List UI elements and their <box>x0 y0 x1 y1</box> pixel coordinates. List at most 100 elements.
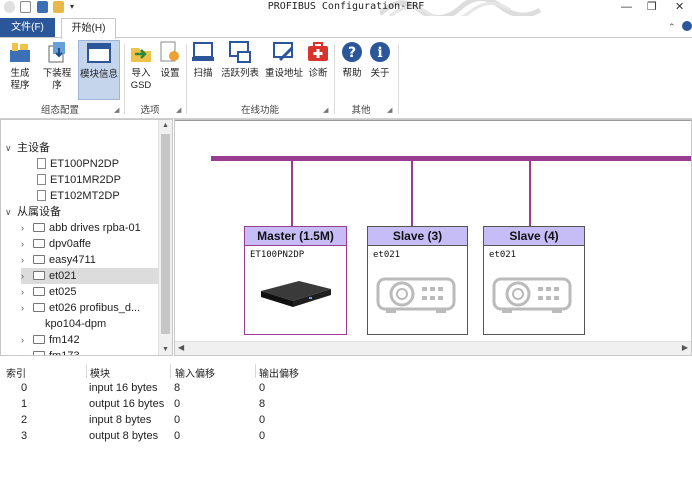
column-header-input-offset[interactable]: 输入偏移 <box>175 365 215 380</box>
tree-group-slave[interactable]: ∨ 从属设备 <box>5 204 61 220</box>
tree-item-slave[interactable]: › fm173 <box>21 348 80 355</box>
collapse-arrow-icon[interactable]: › <box>21 268 33 284</box>
generate-icon <box>8 40 32 64</box>
tree-item-label: fm142 <box>49 334 80 346</box>
slot-title: Slave (3) <box>368 227 467 246</box>
collapse-arrow-icon[interactable]: › <box>21 300 33 316</box>
group-label-config: 组态配置 <box>40 105 79 116</box>
tree-vertical-scrollbar[interactable]: ▲ ▼ <box>158 120 172 355</box>
topology-canvas: Master (1.5M) ET100PN2DP Slave (3) et021 <box>174 119 692 356</box>
about-button[interactable]: i 关于 <box>368 40 392 100</box>
tab-file[interactable]: 文件(F) <box>0 18 55 38</box>
expand-arrow-icon[interactable]: ∨ <box>5 204 17 220</box>
column-header-module[interactable]: 模块 <box>90 365 110 380</box>
about-icon: i <box>368 40 392 64</box>
collapse-arrow-icon[interactable]: › <box>21 284 33 300</box>
cell-index: 2 <box>21 414 28 426</box>
reset-address-button[interactable]: 重设地址 <box>263 40 305 100</box>
scroll-down-icon[interactable]: ▼ <box>162 346 169 353</box>
module-info-button[interactable]: 模块信息 <box>78 40 120 100</box>
slave-slot[interactable]: Slave (4) et021 <box>483 226 585 335</box>
group-expand-icon[interactable]: ◢ <box>176 106 181 114</box>
tree-item-slave[interactable]: › abb drives rpba-01 <box>21 220 141 236</box>
column-separator[interactable] <box>86 364 87 378</box>
canvas-area: Master (1.5M) ET100PN2DP Slave (3) et021 <box>175 120 691 342</box>
tree-group-label: 从属设备 <box>17 206 61 218</box>
collapse-ribbon-icon[interactable]: ⌃ <box>668 22 676 32</box>
tree-item-label: dpv0affe <box>49 238 92 250</box>
import-gsd-button[interactable]: 导入 GSD <box>128 40 154 100</box>
diagnose-icon <box>306 40 330 64</box>
restore-button[interactable]: ❐ <box>647 0 657 14</box>
cell-index: 1 <box>21 398 28 410</box>
device-icon <box>33 303 45 312</box>
cell-output-offset: 0 <box>259 382 266 394</box>
module-table: 索引 模块 输入偏移 输出偏移 0 input 16 bytes 8 0 1 o… <box>0 361 692 494</box>
tree-item-slave[interactable]: › et025 <box>21 284 77 300</box>
cell-index: 3 <box>21 430 28 442</box>
device-file-icon <box>37 190 46 201</box>
settings-button[interactable]: 设置 <box>158 40 182 100</box>
diagnose-button[interactable]: 诊断 <box>306 40 330 100</box>
close-button[interactable]: ✕ <box>675 0 684 14</box>
canvas-horizontal-scrollbar[interactable]: ◀ ▶ <box>175 341 691 355</box>
slave-device-icon <box>492 277 572 313</box>
scan-button[interactable]: 扫描 <box>190 40 216 100</box>
download-program-label: 下装程序 <box>42 68 72 91</box>
tree-item-label: et026 profibus_d... <box>49 302 141 314</box>
scan-label: 扫描 <box>193 68 213 79</box>
scroll-right-icon[interactable]: ▶ <box>682 343 688 352</box>
ribbon-tabs: 文件(F) 开始(H) ⌃ <box>0 16 692 39</box>
active-list-label: 活跃列表 <box>220 68 259 79</box>
device-icon <box>33 287 45 296</box>
tree-item-master[interactable]: ET102MT2DP <box>37 188 120 204</box>
download-program-button[interactable]: 下装程序 <box>39 40 75 100</box>
tree-item-slave[interactable]: › dpv0affe <box>21 236 91 252</box>
group-expand-icon[interactable]: ◢ <box>323 106 328 114</box>
tree-group-master[interactable]: ∨ 主设备 <box>5 140 50 156</box>
column-header-output-offset[interactable]: 输出偏移 <box>259 365 299 380</box>
expand-arrow-icon[interactable]: ∨ <box>5 140 17 156</box>
generate-program-button[interactable]: 生成 程序 <box>4 40 36 100</box>
svg-text:?: ? <box>348 45 356 61</box>
slot-device-name: et021 <box>489 250 517 260</box>
help-small-icon[interactable] <box>682 21 692 31</box>
master-slot[interactable]: Master (1.5M) ET100PN2DP <box>244 226 347 335</box>
group-expand-icon[interactable]: ◢ <box>114 106 119 114</box>
tab-home[interactable]: 开始(H) <box>61 18 116 39</box>
slot-title: Master (1.5M) <box>245 227 346 246</box>
active-list-icon <box>228 40 252 64</box>
scan-icon <box>191 40 215 64</box>
settings-icon <box>158 40 182 64</box>
collapse-arrow-icon[interactable]: › <box>21 348 33 355</box>
scroll-up-icon[interactable]: ▲ <box>162 122 169 129</box>
cell-input-offset: 0 <box>174 430 181 442</box>
column-header-index[interactable]: 索引 <box>6 365 26 380</box>
svg-text:i: i <box>377 45 382 61</box>
collapse-arrow-icon[interactable]: › <box>21 236 33 252</box>
minimize-button[interactable]: — <box>621 0 632 14</box>
bus-drop-line <box>411 161 413 226</box>
column-separator[interactable] <box>170 364 171 378</box>
tree-item-master[interactable]: ET100PN2DP <box>37 156 119 172</box>
group-expand-icon[interactable]: ◢ <box>387 106 392 114</box>
tree-item-label: ET102MT2DP <box>50 190 120 202</box>
tree-item-slave[interactable]: kpo104-dpm <box>21 316 106 332</box>
collapse-arrow-icon[interactable]: › <box>21 332 33 348</box>
help-button[interactable]: ? 帮助 <box>340 40 364 100</box>
scroll-thumb[interactable] <box>161 134 170 334</box>
column-separator[interactable] <box>255 364 256 378</box>
active-list-button[interactable]: 活跃列表 <box>219 40 261 100</box>
tree-item-slave[interactable]: › easy4711 <box>21 252 96 268</box>
slave-slot[interactable]: Slave (3) et021 <box>367 226 468 335</box>
scroll-left-icon[interactable]: ◀ <box>178 343 184 352</box>
tree-item-slave-selected[interactable]: › et021 <box>21 268 158 284</box>
tree-item-master[interactable]: ET101MR2DP <box>37 172 121 188</box>
tree-item-slave[interactable]: › et026 profibus_d... <box>21 300 140 316</box>
tree-item-label: et025 <box>49 286 77 298</box>
cell-input-offset: 0 <box>174 414 181 426</box>
collapse-arrow-icon[interactable]: › <box>21 220 33 236</box>
collapse-arrow-icon[interactable]: › <box>21 252 33 268</box>
device-icon <box>33 239 45 248</box>
tree-item-slave[interactable]: › fm142 <box>21 332 80 348</box>
